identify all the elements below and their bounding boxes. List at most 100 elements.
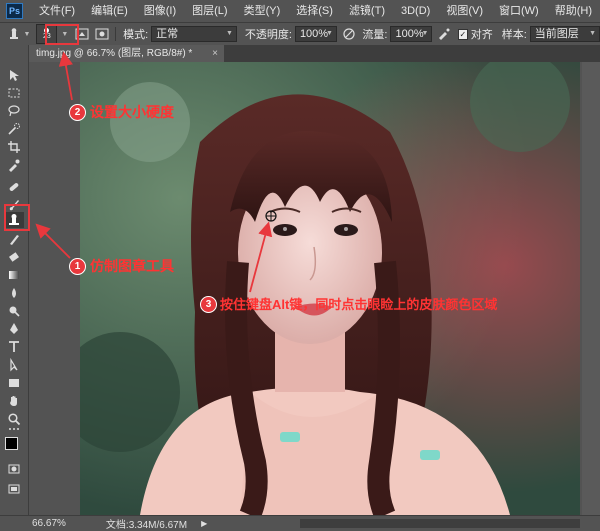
opacity-value: 100% xyxy=(299,28,329,40)
clone-cursor-icon xyxy=(265,210,277,222)
tool-screen-mode[interactable] xyxy=(4,481,24,497)
menu-filter[interactable]: 滤镜(T) xyxy=(341,0,393,22)
foreground-color-swatch[interactable] xyxy=(5,437,18,450)
move-icon xyxy=(10,70,19,81)
mode-label: 模式: xyxy=(123,29,149,41)
zoom-level[interactable]: 66.67% xyxy=(32,518,66,529)
menu-layer[interactable]: 图层(L) xyxy=(184,0,235,22)
menu-select[interactable]: 选择(S) xyxy=(288,0,341,22)
menu-window[interactable]: 窗口(W) xyxy=(491,0,547,22)
tool-healing-brush[interactable] xyxy=(4,179,24,195)
arrow-to-clone-stamp xyxy=(35,223,71,259)
tool-type[interactable] xyxy=(4,339,24,355)
menu-file[interactable]: 文件(F) xyxy=(31,0,83,22)
document-canvas[interactable] xyxy=(80,62,580,515)
sample-select[interactable]: 当前图层 ▼ xyxy=(529,26,600,42)
crop-icon xyxy=(8,141,20,153)
clone-source-panel-icon[interactable] xyxy=(94,26,109,42)
menu-3d[interactable]: 3D(D) xyxy=(393,0,438,22)
menu-image[interactable]: 图像(I) xyxy=(136,0,184,22)
status-arrow-icon[interactable]: ▶ xyxy=(201,519,207,528)
annotation-badge-1: 1 xyxy=(69,258,86,275)
blur-drop-icon xyxy=(12,288,16,298)
menu-view[interactable]: 视图(V) xyxy=(438,0,491,22)
tool-lasso[interactable] xyxy=(4,103,24,119)
tool-marquee[interactable] xyxy=(4,85,24,101)
sample-value: 当前图层 xyxy=(534,28,579,40)
document-info[interactable]: 文档:3.34M/6.67M xyxy=(106,516,187,531)
airbrush-icon[interactable] xyxy=(436,26,451,42)
marquee-icon xyxy=(8,88,20,98)
annotation-badge-2: 2 xyxy=(69,104,86,121)
pressure-opacity-icon[interactable] xyxy=(341,26,356,42)
tool-eyedropper[interactable] xyxy=(4,157,24,173)
path-select-icon xyxy=(10,358,18,372)
color-swatches[interactable] xyxy=(5,437,25,457)
tool-pen[interactable] xyxy=(4,321,24,337)
tool-hand[interactable] xyxy=(4,393,24,409)
tool-move[interactable] xyxy=(4,67,24,83)
annotation-text-alt-click: 按住键盘Alt键，同时点击眼睑上的皮肤颜色区域 xyxy=(220,297,498,312)
clone-stamp-highlight xyxy=(4,204,30,231)
history-brush-icon xyxy=(10,235,19,245)
flow-value: 100% xyxy=(395,28,424,40)
chevron-down-icon: ▼ xyxy=(589,30,596,37)
clone-stamp-preset-icon[interactable] xyxy=(6,26,21,42)
horizontal-scrollbar[interactable] xyxy=(300,519,580,528)
tool-blur[interactable] xyxy=(4,285,24,301)
tool-quick-mask[interactable] xyxy=(4,461,24,477)
document-tab-title: timg.jpg @ 66.7% (图层, RGB/8#) * xyxy=(36,48,193,59)
brush-size-highlight xyxy=(45,24,79,45)
opacity-input[interactable]: 100% ▼ xyxy=(294,26,337,42)
tool-path-select[interactable] xyxy=(4,357,24,373)
gradient-icon xyxy=(9,271,19,279)
menu-type[interactable]: 类型(Y) xyxy=(236,0,289,22)
sample-label: 样本: xyxy=(501,29,527,41)
menu-edit[interactable]: 编辑(E) xyxy=(83,0,136,22)
quick-mask-icon xyxy=(8,464,20,474)
status-bar: 66.67% 文档:3.34M/6.67M ▶ xyxy=(0,515,600,531)
hand-icon xyxy=(10,396,17,406)
pen-icon xyxy=(10,323,18,334)
document-tab-bar: timg.jpg @ 66.7% (图层, RGB/8#) * × xyxy=(28,45,600,62)
align-label: 对齐 xyxy=(470,29,493,41)
vertical-scrollbar[interactable] xyxy=(582,62,600,515)
tool-dodge[interactable] xyxy=(4,303,24,319)
photoshop-logo: Ps xyxy=(6,3,24,19)
tool-more[interactable] xyxy=(4,425,24,433)
tools-panel xyxy=(0,45,29,515)
align-checkbox[interactable]: ✓ xyxy=(457,28,468,40)
divider xyxy=(115,27,117,41)
quick-select-icon xyxy=(8,123,20,135)
screen-mode-icon xyxy=(8,484,20,494)
menu-bar: Ps 文件(F) 编辑(E) 图像(I) 图层(L) 类型(Y) 选择(S) 滤… xyxy=(0,0,600,23)
chevron-down-icon: ▼ xyxy=(421,30,429,37)
type-icon xyxy=(9,341,19,352)
tool-crop[interactable] xyxy=(4,139,24,155)
mode-select[interactable]: 正常 ▼ xyxy=(151,26,237,42)
lasso-icon xyxy=(8,105,20,117)
menu-help[interactable]: 帮助(H) xyxy=(547,0,600,22)
tool-shape[interactable] xyxy=(4,375,24,391)
bandage-icon xyxy=(9,183,19,191)
options-bar: ▼ 23 ▼ 模式: 正常 ▼ 不透明度: 100% ▼ 流量: 100% ▼ ✓ 对… xyxy=(0,23,600,46)
opacity-label: 不透明度: xyxy=(244,29,292,41)
mode-value: 正常 xyxy=(156,28,179,40)
annotation-text-clone-stamp: 仿制图章工具 xyxy=(90,258,174,274)
portrait-photo xyxy=(80,62,580,515)
tool-gradient[interactable] xyxy=(4,267,24,283)
document-tab[interactable]: timg.jpg @ 66.7% (图层, RGB/8#) * × xyxy=(28,45,224,62)
tool-history-brush[interactable] xyxy=(4,231,24,247)
annotation-text-brush-size: 设置大小硬度 xyxy=(90,104,174,120)
tool-eraser[interactable] xyxy=(4,249,24,265)
flow-label: 流量: xyxy=(362,29,388,41)
close-icon[interactable]: × xyxy=(212,45,218,62)
tool-quick-select[interactable] xyxy=(4,121,24,137)
chevron-down-icon: ▼ xyxy=(225,30,233,37)
eyedropper-icon xyxy=(9,159,20,172)
annotation-badge-3: 3 xyxy=(200,296,217,313)
flow-input[interactable]: 100% ▼ xyxy=(390,26,433,42)
eraser-icon xyxy=(9,252,19,262)
dodge-icon xyxy=(9,306,20,317)
rectangle-icon xyxy=(9,379,19,387)
